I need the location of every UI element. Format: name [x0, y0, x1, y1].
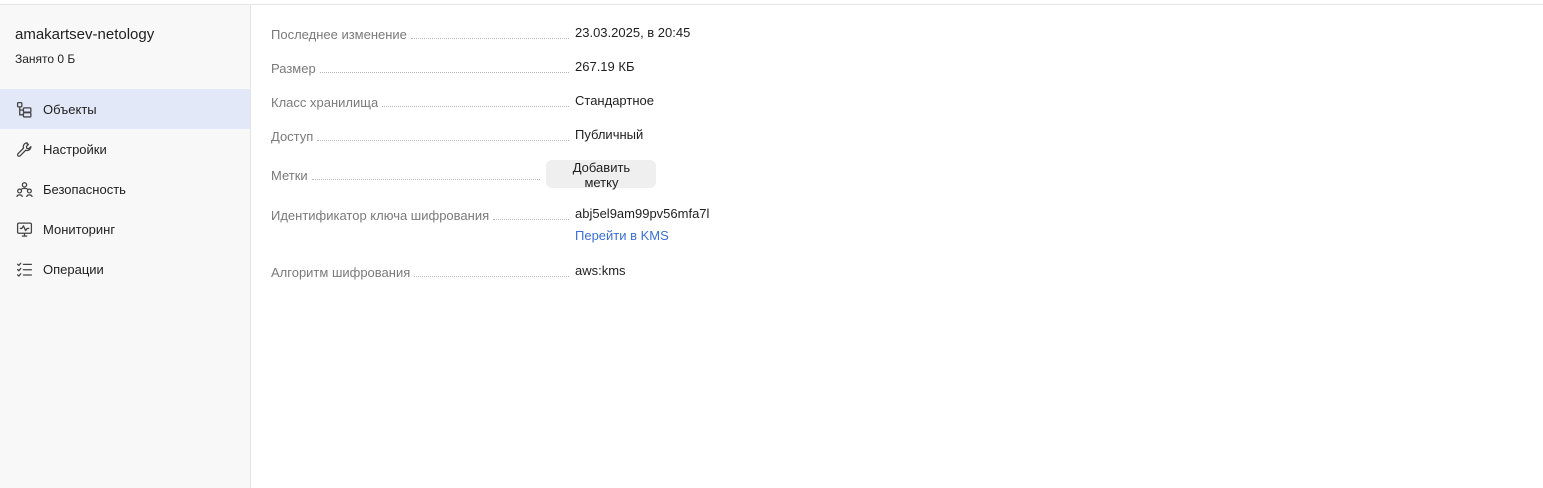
detail-label: Доступ [271, 129, 314, 144]
dotted-leader [410, 38, 569, 39]
sidebar-item-label: Настройки [43, 141, 107, 157]
dotted-leader [414, 276, 569, 277]
sidebar-item-security[interactable]: Безопасность [0, 169, 250, 209]
sidebar-item-objects[interactable]: Объекты [0, 89, 250, 129]
dotted-leader [382, 106, 569, 107]
detail-row-encryption-algorithm: Алгоритм шифрования aws:kms [271, 263, 626, 280]
checklist-icon [15, 260, 33, 278]
detail-label: Метки [271, 168, 308, 183]
app-root: amakartsev-netology Занято 0 Б Объекты Н… [0, 0, 1543, 488]
add-tag-button[interactable]: Добавить метку [546, 160, 657, 190]
encryption-key-id: abj5el9am99pv56mfa7l [575, 206, 710, 221]
detail-label: Размер [271, 61, 316, 76]
dotted-leader [317, 140, 569, 141]
detail-label: Алгоритм шифрования [271, 265, 411, 280]
sidebar: amakartsev-netology Занято 0 Б Объекты Н… [0, 5, 251, 488]
go-to-kms-link[interactable]: Перейти в KMS [575, 228, 709, 243]
detail-row-tags: Метки Добавить метку [271, 160, 657, 190]
sidebar-item-operations[interactable]: Операции [0, 249, 250, 289]
detail-row-encryption-key: Идентификатор ключа шифрования abj5el9am… [271, 206, 709, 243]
detail-row-size: Размер 267.19 КБ [271, 59, 634, 76]
detail-value: 23.03.2025, в 20:45 [575, 25, 691, 40]
sidebar-item-label: Безопасность [43, 181, 126, 197]
detail-value: Публичный [575, 127, 644, 142]
detail-value: aws:kms [575, 263, 626, 278]
detail-value: Стандартное [575, 93, 654, 108]
sidebar-item-label: Мониторинг [43, 221, 116, 237]
detail-value: 267.19 КБ [575, 59, 635, 74]
bucket-usage: Занято 0 Б [15, 52, 76, 66]
dotted-leader [311, 179, 541, 180]
wrench-icon [15, 140, 33, 158]
dotted-leader [493, 219, 569, 220]
sidebar-item-label: Объекты [43, 101, 97, 117]
sidebar-nav: Объекты Настройки Безопасность Мониторин… [0, 89, 250, 289]
detail-label: Класс хранилища [271, 95, 379, 110]
detail-row-last-modified: Последнее изменение 23.03.2025, в 20:45 [271, 25, 690, 42]
monitor-chart-icon [15, 220, 33, 238]
users-group-icon [15, 180, 33, 198]
detail-label: Последнее изменение [271, 27, 407, 42]
detail-row-access: Доступ Публичный [271, 127, 643, 144]
detail-row-storage-class: Класс хранилища Стандартное [271, 93, 654, 110]
objects-tree-icon [15, 100, 33, 118]
dotted-leader [319, 72, 569, 73]
detail-label: Идентификатор ключа шифрования [271, 208, 490, 223]
sidebar-item-label: Операции [43, 261, 104, 277]
bucket-name: amakartsev-netology [15, 26, 155, 43]
sidebar-item-settings[interactable]: Настройки [0, 129, 250, 169]
sidebar-item-monitoring[interactable]: Мониторинг [0, 209, 250, 249]
